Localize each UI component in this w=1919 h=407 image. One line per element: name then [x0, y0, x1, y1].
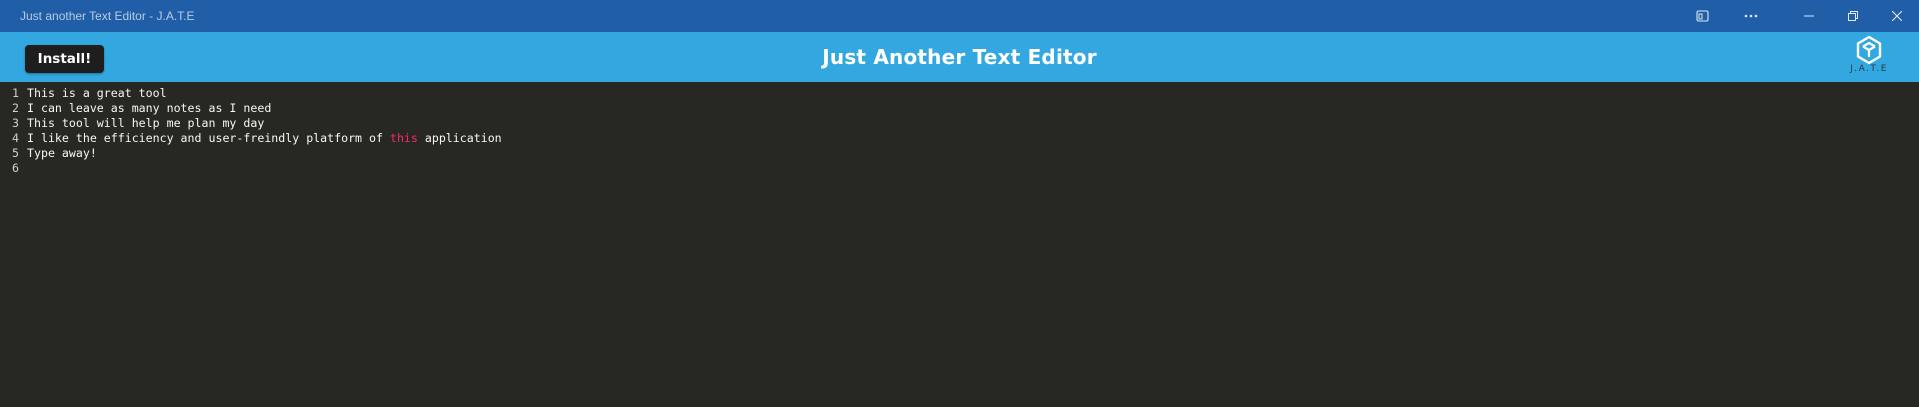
- window-titlebar: Just another Text Editor - J.A.T.E: [0, 0, 1919, 32]
- line-number: 4: [12, 131, 19, 145]
- logo-text: J.A.T.E: [1850, 64, 1888, 74]
- minimize-button[interactable]: [1787, 0, 1831, 32]
- editor-line[interactable]: 6: [0, 161, 1919, 176]
- page-title: Just Another Text Editor: [822, 45, 1097, 69]
- line-number: 5: [12, 146, 19, 160]
- restore-button[interactable]: [1831, 0, 1875, 32]
- line-text-before: I like the efficiency and user-freindly …: [27, 131, 390, 145]
- minimize-icon: [1804, 15, 1814, 17]
- line-text[interactable]: Type away!: [27, 146, 97, 161]
- line-text[interactable]: This tool will help me plan my day: [27, 116, 264, 131]
- line-text[interactable]: This is a great tool: [27, 86, 167, 101]
- window-controls: [1681, 0, 1919, 32]
- line-text-after: application: [417, 131, 502, 145]
- more-icon: [1744, 14, 1758, 18]
- jate-logo: J.A.T.E: [1846, 35, 1892, 81]
- line-text[interactable]: I can leave as many notes as I need: [27, 101, 271, 116]
- editor-line[interactable]: 5 Type away!: [0, 146, 1919, 161]
- app-navbar: Install! Just Another Text Editor J.A.T.…: [0, 32, 1919, 82]
- line-number: 2: [12, 101, 19, 115]
- close-icon: [1892, 11, 1902, 21]
- editor-line[interactable]: 2 I can leave as many notes as I need: [0, 101, 1919, 116]
- cube-logo-icon: [1856, 35, 1882, 65]
- line-text[interactable]: I like the efficiency and user-freindly …: [27, 131, 502, 146]
- close-button[interactable]: [1875, 0, 1919, 32]
- app-view-button[interactable]: [1681, 0, 1725, 32]
- line-number: 1: [12, 86, 19, 100]
- window-title: Just another Text Editor - J.A.T.E: [20, 9, 195, 23]
- keyword-highlight: this: [389, 131, 418, 145]
- more-options-button[interactable]: [1729, 0, 1773, 32]
- editor-line[interactable]: 4 I like the efficiency and user-freindl…: [0, 131, 1919, 146]
- editor-line[interactable]: 3 This tool will help me plan my day: [0, 116, 1919, 131]
- line-number: 6: [12, 161, 19, 175]
- line-number: 3: [12, 116, 19, 130]
- restore-icon: [1848, 11, 1858, 21]
- app-view-icon: [1696, 10, 1709, 22]
- editor-line[interactable]: 1 This is a great tool: [0, 86, 1919, 101]
- code-editor[interactable]: 1 This is a great tool 2 I can leave as …: [0, 82, 1919, 407]
